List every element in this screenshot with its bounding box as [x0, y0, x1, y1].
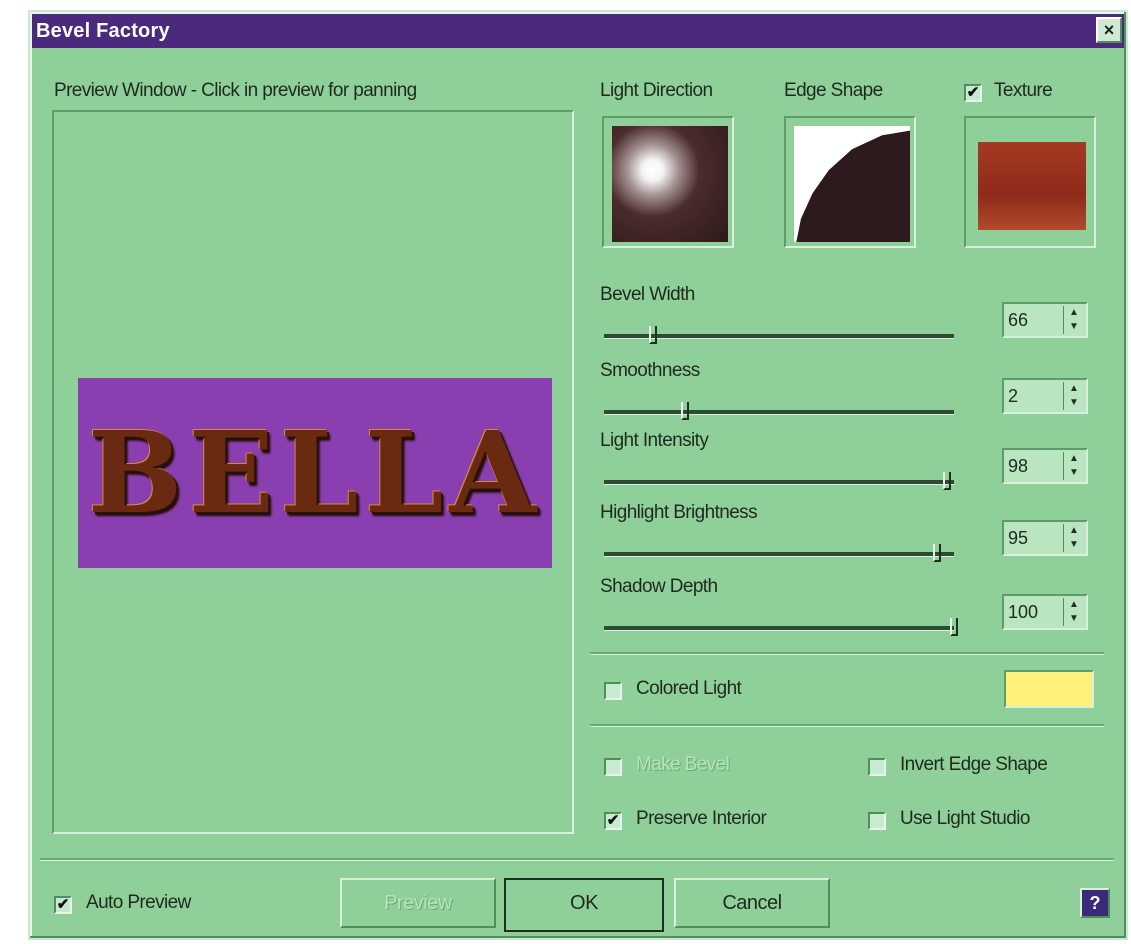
spin-arrows-icon[interactable]: ▲ ▼ — [1063, 524, 1084, 552]
preview-window[interactable]: BELLA — [52, 110, 574, 834]
edge-shape-curve-icon — [794, 126, 910, 242]
smoothness-slider-thumb[interactable] — [681, 402, 689, 420]
invert-edge-shape-label: Invert Edge Shape — [900, 754, 1048, 775]
smoothness-slider[interactable] — [604, 402, 954, 420]
spin-up-icon[interactable]: ▲ — [1064, 452, 1084, 466]
shadow-depth-slider[interactable] — [604, 618, 958, 636]
light-intensity-value[interactable]: 98 — [1008, 456, 1028, 477]
light-direction-box[interactable] — [602, 116, 734, 248]
help-icon: ? — [1089, 893, 1101, 913]
highlight-brightness-spinbox[interactable]: 95 ▲ ▼ — [1002, 520, 1088, 556]
spin-up-icon[interactable]: ▲ — [1064, 382, 1084, 396]
checkmark-icon: ✔ — [966, 84, 980, 101]
title-bar[interactable]: Bevel Factory × — [32, 14, 1124, 48]
use-light-studio-label: Use Light Studio — [900, 808, 1030, 829]
bevel-width-slider[interactable] — [604, 326, 954, 344]
preserve-interior-label: Preserve Interior — [636, 808, 767, 829]
preview-button[interactable]: Preview — [340, 878, 496, 928]
preview-sample-image: BELLA — [78, 378, 552, 568]
ok-button[interactable]: OK — [504, 878, 664, 932]
preserve-interior-checkbox[interactable]: ✔ — [604, 812, 622, 830]
invert-edge-shape-checkbox[interactable] — [868, 758, 886, 776]
make-bevel-checkbox[interactable] — [604, 758, 622, 776]
bevel-width-value[interactable]: 66 — [1008, 310, 1028, 331]
bevel-width-spinbox[interactable]: 66 ▲ ▼ — [1002, 302, 1088, 338]
spin-down-icon[interactable]: ▼ — [1064, 466, 1084, 480]
light-direction-sphere-icon — [612, 126, 728, 242]
preview-window-label: Preview Window - Click in preview for pa… — [54, 80, 417, 101]
highlight-brightness-value[interactable]: 95 — [1008, 528, 1028, 549]
spin-down-icon[interactable]: ▼ — [1064, 538, 1084, 552]
bevel-factory-dialog: Bevel Factory × Preview Window - Click i… — [28, 10, 1128, 940]
texture-swatch — [978, 142, 1086, 230]
checkmark-icon: ✔ — [56, 896, 70, 913]
spin-down-icon[interactable]: ▼ — [1064, 320, 1084, 334]
highlight-brightness-slider-thumb[interactable] — [933, 544, 941, 562]
spin-arrows-icon[interactable]: ▲ ▼ — [1063, 306, 1084, 334]
smoothness-spinbox[interactable]: 2 ▲ ▼ — [1002, 378, 1088, 414]
bevel-width-slider-thumb[interactable] — [649, 326, 657, 344]
texture-checkbox[interactable]: ✔ — [964, 84, 982, 102]
window-title: Bevel Factory — [36, 19, 170, 42]
spin-down-icon[interactable]: ▼ — [1064, 396, 1084, 410]
shadow-depth-spinbox[interactable]: 100 ▲ ▼ — [1002, 594, 1088, 630]
colored-light-checkbox[interactable] — [604, 682, 622, 700]
make-bevel-label: Make Bevel — [636, 754, 730, 775]
auto-preview-checkbox[interactable]: ✔ — [54, 896, 72, 914]
divider-bottom — [590, 724, 1104, 727]
texture-box[interactable] — [964, 116, 1096, 248]
colored-light-label: Colored Light — [636, 678, 742, 699]
shadow-depth-value[interactable]: 100 — [1008, 602, 1038, 623]
edge-shape-box[interactable] — [784, 116, 916, 248]
shadow-depth-slider-thumb[interactable] — [950, 618, 958, 636]
shadow-depth-label: Shadow Depth — [600, 576, 718, 597]
spin-down-icon[interactable]: ▼ — [1064, 612, 1084, 626]
light-intensity-spinbox[interactable]: 98 ▲ ▼ — [1002, 448, 1088, 484]
light-intensity-slider[interactable] — [604, 472, 954, 490]
edge-shape-label: Edge Shape — [784, 80, 883, 101]
light-intensity-slider-thumb[interactable] — [943, 472, 951, 490]
highlight-brightness-label: Highlight Brightness — [600, 502, 758, 523]
spin-arrows-icon[interactable]: ▲ ▼ — [1063, 598, 1084, 626]
footer-divider — [40, 858, 1114, 861]
spin-arrows-icon[interactable]: ▲ ▼ — [1063, 452, 1084, 480]
auto-preview-label: Auto Preview — [86, 892, 191, 913]
close-button[interactable]: × — [1096, 17, 1122, 43]
preview-sample-text: BELLA — [87, 407, 543, 539]
bevel-width-label: Bevel Width — [600, 284, 695, 305]
light-intensity-label: Light Intensity — [600, 430, 709, 451]
help-button[interactable]: ? — [1080, 888, 1110, 918]
texture-label: Texture — [994, 80, 1053, 101]
spin-up-icon[interactable]: ▲ — [1064, 306, 1084, 320]
highlight-brightness-slider[interactable] — [604, 544, 954, 562]
cancel-button[interactable]: Cancel — [674, 878, 830, 928]
light-direction-label: Light Direction — [600, 80, 713, 101]
spin-arrows-icon[interactable]: ▲ ▼ — [1063, 382, 1084, 410]
smoothness-value[interactable]: 2 — [1008, 386, 1018, 407]
spin-up-icon[interactable]: ▲ — [1064, 524, 1084, 538]
smoothness-label: Smoothness — [600, 360, 700, 381]
divider-top — [590, 652, 1104, 655]
spin-up-icon[interactable]: ▲ — [1064, 598, 1084, 612]
checkmark-icon: ✔ — [606, 812, 620, 829]
close-icon: × — [1103, 20, 1115, 40]
colored-light-swatch[interactable] — [1004, 670, 1094, 708]
use-light-studio-checkbox[interactable] — [868, 812, 886, 830]
